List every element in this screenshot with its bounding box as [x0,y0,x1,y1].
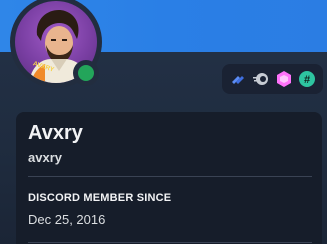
member-since-title: DISCORD MEMBER SINCE [28,192,172,204]
divider [28,176,312,177]
username-hash-icon[interactable]: # [298,70,316,88]
username: avxry [28,150,62,165]
svg-text:#: # [304,74,310,86]
profile-info-panel: Avxry avxry DISCORD MEMBER SINCE Dec 25,… [16,112,322,244]
hypesquad-balance-icon[interactable] [229,70,247,88]
member-since-date: Dec 25, 2016 [28,212,106,227]
display-name: Avxry [28,122,83,144]
profile-badges: # [222,64,323,94]
user-profile-card: AVXRY # Avxry avxry DISCORD MEMBER SINCE… [0,0,327,244]
divider [28,242,312,243]
nitro-icon[interactable] [252,70,270,88]
online-status-icon [78,65,94,81]
server-boost-icon[interactable] [275,70,293,88]
